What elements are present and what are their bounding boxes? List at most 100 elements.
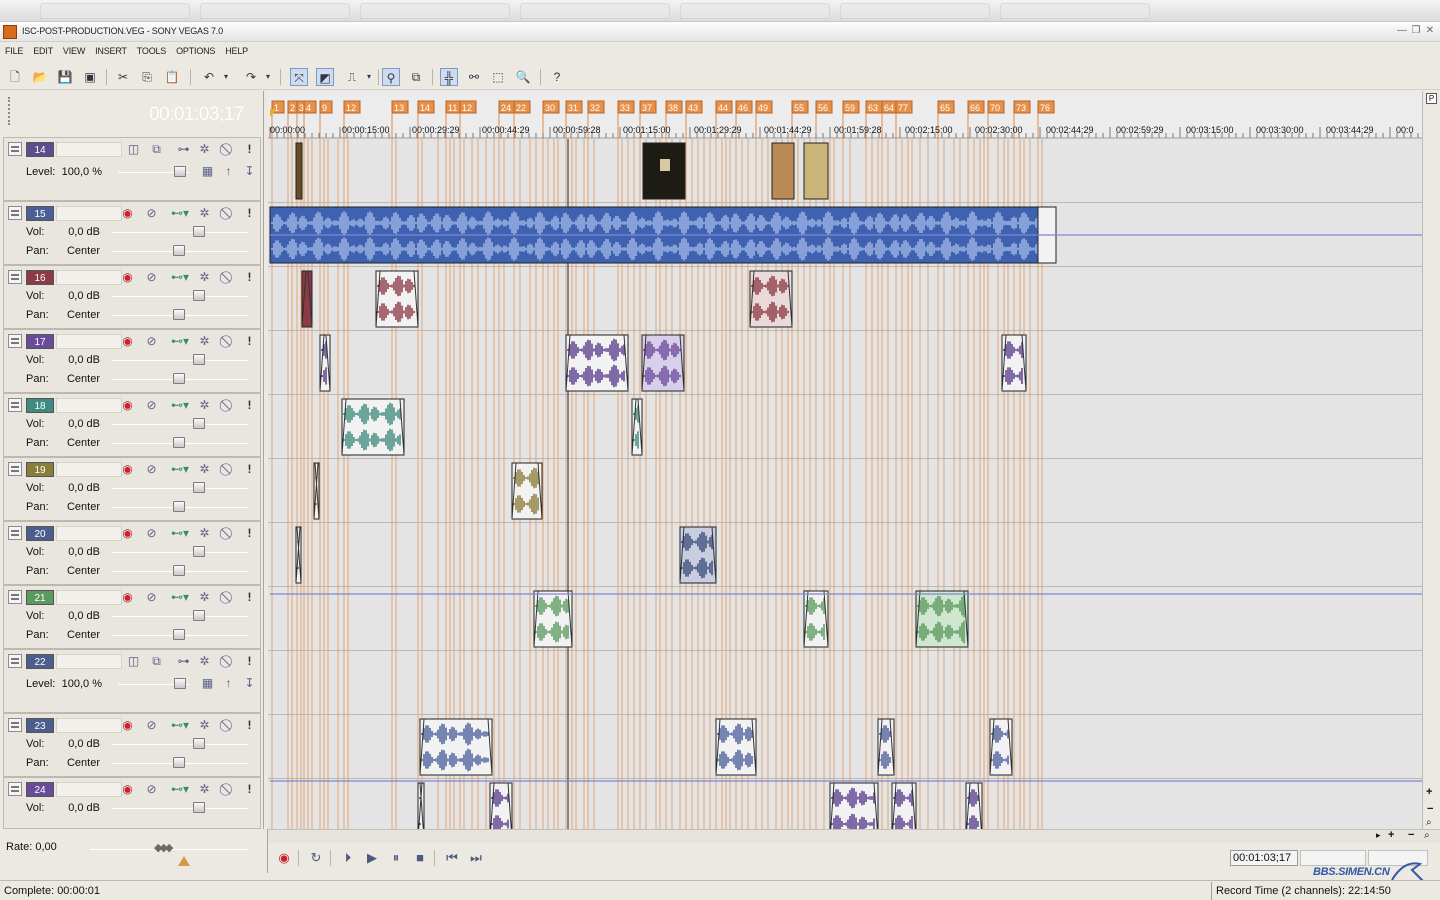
solo-icon[interactable]: ! [242, 462, 257, 477]
pan-slider-thumb[interactable] [173, 501, 185, 512]
scroll-right-icon[interactable]: ▸ [1376, 830, 1381, 841]
vol-slider-track[interactable] [112, 424, 248, 425]
track-minimize-icon[interactable] [8, 334, 22, 348]
selection-start-field[interactable] [1300, 850, 1366, 866]
audio-clip[interactable] [295, 526, 302, 584]
audio-clip[interactable] [829, 782, 879, 829]
pan-slider-thumb[interactable] [173, 757, 185, 768]
zoom-in-horizontal-icon[interactable]: + [1388, 829, 1394, 841]
mute-icon[interactable]: ⃠ [221, 270, 236, 285]
undo-dropdown-icon[interactable]: ▾ [221, 68, 231, 86]
close-button[interactable]: ✕ [1424, 25, 1436, 37]
invert-phase-icon[interactable]: ⊘ [144, 462, 159, 477]
audio-clip[interactable] [715, 718, 757, 776]
audio-clip[interactable] [419, 718, 493, 776]
track-name-field[interactable] [56, 270, 122, 285]
compositing-child-icon[interactable]: ▦ [200, 164, 215, 179]
track-lane[interactable] [268, 651, 1422, 715]
track-fx-icon[interactable]: ✲ [197, 718, 212, 733]
loop-playback-icon[interactable]: ↻ [306, 849, 326, 867]
vol-slider-thumb[interactable] [193, 354, 205, 365]
rate-slider-handle-icon[interactable]: ◆◆◆ [154, 841, 173, 854]
mute-icon[interactable]: ⃠ [221, 142, 236, 157]
audio-clip[interactable] [915, 590, 969, 648]
render-as-icon[interactable]: ▣ [81, 68, 99, 86]
track-header-14[interactable]: 14 ◫ ⧉ ⊶ ✲⃠! Level: 100,0 % ▦ ↑ ↧ [3, 137, 261, 201]
track-lanes[interactable] [268, 139, 1422, 829]
track-lane[interactable] [268, 395, 1422, 459]
solo-icon[interactable]: ! [242, 654, 257, 669]
solo-icon[interactable]: ! [242, 206, 257, 221]
solo-icon[interactable]: ! [242, 270, 257, 285]
track-header-22[interactable]: 22 ◫ ⧉ ⊶ ✲⃠! Level: 100,0 % ▦ ↑ ↧ [3, 649, 261, 713]
save-icon[interactable]: 💾 [56, 68, 74, 86]
normal-edit-tool-icon[interactable]: ⤧ [290, 68, 308, 86]
track-fx-chain-icon[interactable]: ⊷▾ [168, 590, 192, 605]
level-slider-thumb[interactable] [174, 166, 186, 177]
vol-slider-track[interactable] [112, 296, 248, 297]
track-fx-icon[interactable]: ✲ [197, 206, 212, 221]
track-lane[interactable] [268, 139, 1422, 203]
vol-slider-thumb[interactable] [193, 482, 205, 493]
track-fx-chain-icon[interactable]: ⊷▾ [168, 206, 192, 221]
invert-phase-icon[interactable]: ⊘ [144, 398, 159, 413]
arm-for-record-icon[interactable]: ◉ [120, 782, 135, 797]
play-icon[interactable]: ▶ [362, 849, 382, 867]
timeline-ruler[interactable]: 1 2 3 4 9 12 13 14 11 12 24 22 30 31 32 33 37 38 43 44 46 49 5… [268, 91, 1422, 139]
mute-icon[interactable]: ⃠ [221, 462, 236, 477]
track-header-21[interactable]: 21 ◉ ⊘ ⊷▾ ✲⃠! Vol: 0,0 dB Pan: Center [3, 585, 261, 649]
audio-clip[interactable] [417, 782, 425, 829]
go-to-end-icon[interactable]: ⏭ [466, 849, 486, 867]
cut-icon[interactable]: ✂ [114, 68, 132, 86]
copy-icon[interactable]: ⎘ [138, 68, 156, 86]
redo-dropdown-icon[interactable]: ▾ [263, 68, 273, 86]
track-header-16[interactable]: 16 ◉ ⊘ ⊷▾ ✲⃠! Vol: 0,0 dB Pan: Center [3, 265, 261, 329]
track-name-field[interactable] [56, 398, 122, 413]
paste-icon[interactable]: 📋 [163, 68, 181, 86]
track-header-24[interactable]: 24 ◉ ⊘ ⊷▾ ✲⃠! Vol: 0,0 dB [3, 777, 261, 829]
track-fx-icon[interactable]: ✲ [197, 334, 212, 349]
minimize-button[interactable]: — [1396, 25, 1408, 37]
make-compositing-parent-icon[interactable]: ↑ [221, 164, 236, 179]
zoom-horizontal-magnifier-icon[interactable]: ⌕ [1424, 830, 1430, 841]
mute-icon[interactable]: ⃠ [221, 654, 236, 669]
track-minimize-icon[interactable] [8, 654, 22, 668]
menu-file[interactable]: FILE [0, 42, 28, 56]
record-icon[interactable]: ◉ [274, 849, 294, 867]
audio-clip[interactable] [533, 590, 573, 648]
vertical-scrollbar[interactable]: P + − ⌕ [1422, 91, 1440, 829]
arm-for-record-icon[interactable]: ◉ [120, 526, 135, 541]
track-minimize-icon[interactable] [8, 718, 22, 732]
track-motion-icon[interactable]: ⊶ [176, 142, 191, 157]
track-header-17[interactable]: 17 ◉ ⊘ ⊷▾ ✲⃠! Vol: 0,0 dB Pan: Center [3, 329, 261, 393]
pan-slider-thumb[interactable] [173, 309, 185, 320]
marker-toggle-icon[interactable]: P [1426, 93, 1437, 104]
video-clip[interactable] [803, 142, 829, 200]
pane-grip-handle[interactable] [8, 97, 11, 125]
parent-motion-icon[interactable]: ⧉ [149, 654, 164, 669]
vol-slider-track[interactable] [112, 744, 248, 745]
compositing-child-icon[interactable]: ▦ [200, 676, 215, 691]
arm-for-record-icon[interactable]: ◉ [120, 462, 135, 477]
track-fx-icon[interactable]: ✲ [197, 142, 212, 157]
selection-tool-icon[interactable]: ⬚ [489, 68, 507, 86]
audio-clip[interactable] [375, 270, 419, 328]
compositing-mode-icon[interactable]: ◫ [126, 142, 141, 157]
mute-icon[interactable]: ⃠ [221, 590, 236, 605]
track-fx-icon[interactable]: ✲ [197, 590, 212, 605]
arm-for-record-icon[interactable]: ◉ [120, 206, 135, 221]
track-fx-icon[interactable]: ✲ [197, 782, 212, 797]
track-name-field[interactable] [56, 462, 122, 477]
vol-slider-thumb[interactable] [193, 546, 205, 557]
track-fx-chain-icon[interactable]: ⊷▾ [168, 270, 192, 285]
solo-icon[interactable]: ! [242, 782, 257, 797]
mute-icon[interactable]: ⃠ [221, 718, 236, 733]
menu-view[interactable]: VIEW [58, 42, 90, 56]
make-compositing-child-icon[interactable]: ↧ [242, 164, 257, 179]
zoom-out-horizontal-icon[interactable]: − [1408, 829, 1414, 841]
track-header-20[interactable]: 20 ◉ ⊘ ⊷▾ ✲⃠! Vol: 0,0 dB Pan: Center [3, 521, 261, 585]
parent-motion-icon[interactable]: ⧉ [149, 142, 164, 157]
menu-help[interactable]: HELP [220, 42, 253, 56]
vol-slider-track[interactable] [112, 552, 248, 553]
ripple-edit-icon[interactable]: ⎍ [343, 68, 361, 86]
